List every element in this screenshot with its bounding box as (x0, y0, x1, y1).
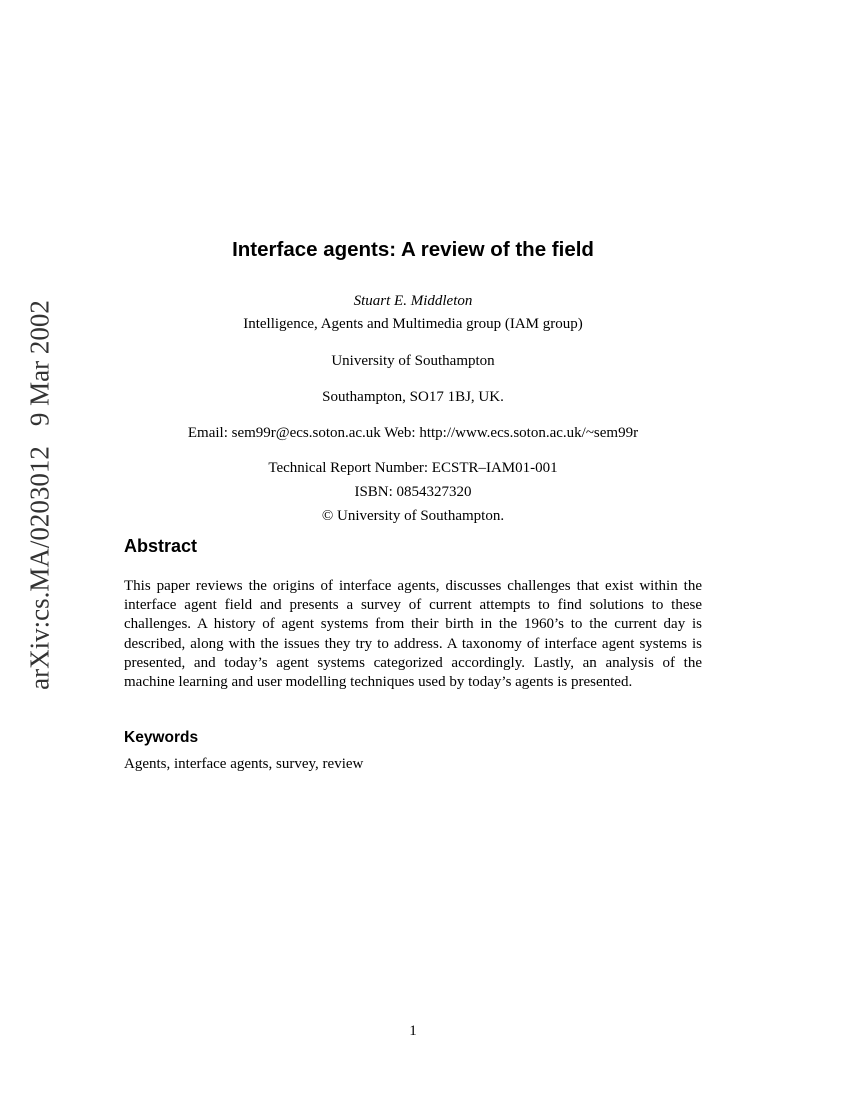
address: Southampton, SO17 1BJ, UK. (322, 389, 504, 405)
report-number: Technical Report Number: ECSTR–IAM01-001 (268, 460, 558, 476)
university: University of Southampton (331, 353, 495, 369)
page-number: 1 (409, 1023, 417, 1039)
keywords-body: Agents, interface agents, survey, review (124, 756, 364, 772)
copyright-notice: © University of Southampton. (321, 508, 505, 524)
affiliation: Intelligence, Agents and Multimedia grou… (243, 316, 583, 332)
author-name: Stuart E. Middleton (353, 293, 473, 309)
abstract-body: This paper reviews the origins of interf… (124, 578, 702, 691)
contact-info: Email: sem99r@ecs.soton.ac.uk Web: http:… (187, 425, 639, 441)
arxiv-identifier: arXiv:cs.MA/0203012 (24, 446, 55, 690)
paper-title: Interface agents: A review of the field (232, 238, 594, 261)
keywords-heading: Keywords (124, 729, 199, 746)
abstract-heading: Abstract (124, 536, 198, 556)
isbn: ISBN: 0854327320 (354, 484, 472, 500)
